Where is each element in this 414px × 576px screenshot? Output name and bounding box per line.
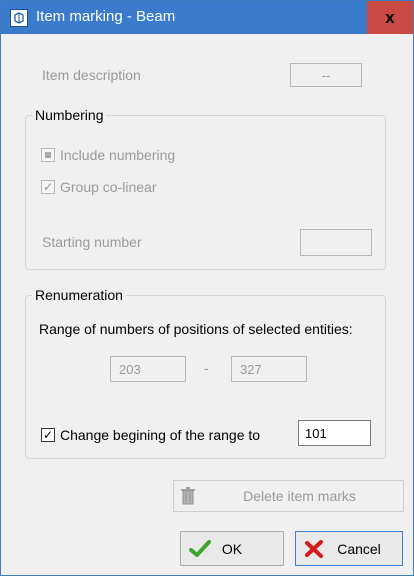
cancel-button[interactable]: Cancel	[295, 531, 403, 566]
item-description-field[interactable]: --	[290, 63, 362, 87]
delete-item-marks-button[interactable]: Delete item marks	[173, 480, 404, 512]
range-label: Range of numbers of positions of selecte…	[39, 321, 353, 337]
change-begin-label: Change begining of the range to	[60, 427, 261, 443]
group-colinear-checkbox[interactable]: ✓	[41, 180, 55, 194]
renumeration-group-title: Renumeration	[32, 287, 126, 303]
numbering-group-title: Numbering	[32, 107, 107, 123]
ok-button[interactable]: OK	[180, 531, 284, 566]
dialog-window: Item marking - Beam x Item description -…	[0, 0, 414, 576]
range-to-field[interactable]: 327	[231, 356, 307, 382]
include-numbering-checkbox[interactable]	[41, 148, 55, 162]
group-colinear-label: Group co-linear	[60, 179, 157, 195]
trash-icon	[178, 486, 198, 506]
close-button[interactable]: x	[367, 1, 413, 34]
window-title: Item marking - Beam	[36, 8, 176, 25]
change-begin-field[interactable]: 101	[298, 420, 371, 446]
delete-item-marks-label: Delete item marks	[243, 488, 356, 504]
cancel-label: Cancel	[337, 540, 381, 557]
app-icon	[10, 9, 28, 27]
range-from-field[interactable]: 203	[110, 356, 186, 382]
starting-number-label: Starting number	[42, 234, 142, 250]
starting-number-field[interactable]	[300, 229, 372, 256]
item-description-label: Item description	[42, 67, 141, 83]
cross-icon	[304, 539, 324, 559]
checkmark-icon	[189, 539, 211, 559]
ok-label: OK	[221, 540, 243, 557]
range-separator: -	[204, 360, 209, 376]
include-numbering-label: Include numbering	[60, 147, 176, 163]
change-begin-checkbox[interactable]: ✓	[41, 428, 55, 442]
close-icon: x	[385, 7, 395, 27]
title-bar[interactable]: Item marking - Beam x	[1, 1, 413, 34]
